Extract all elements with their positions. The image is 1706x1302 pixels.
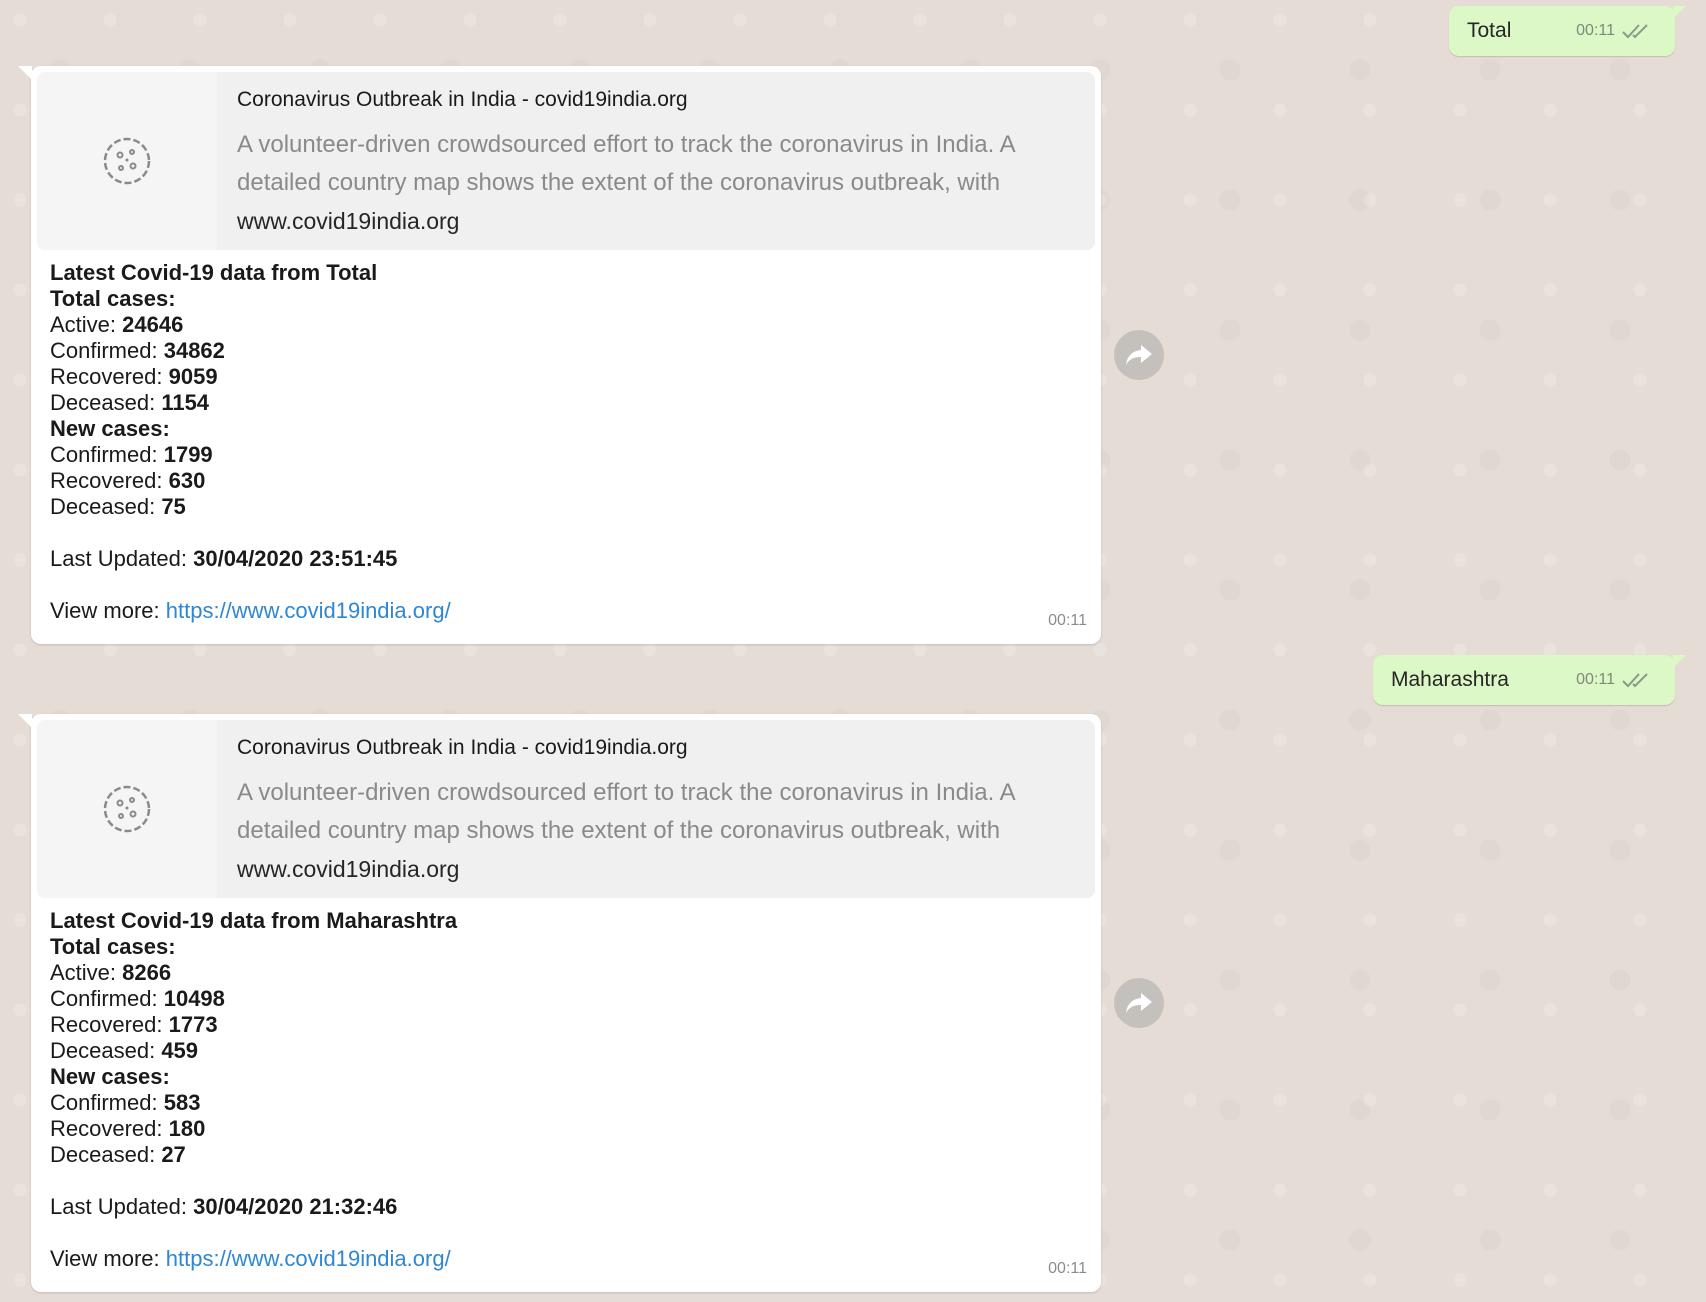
message-heading: Latest Covid-19 data from Maharashtra [50, 908, 458, 933]
new-cases-label: New cases: [50, 416, 170, 441]
preview-description: A volunteer-driven crowdsourced effort t… [237, 779, 1015, 844]
active-row: Active: 8266 [50, 960, 172, 985]
forward-arrow-icon [1126, 993, 1152, 1013]
preview-thumbnail [37, 720, 217, 898]
total-cases-label: Total cases: [50, 934, 176, 959]
message-body: Latest Covid-19 data from Total Total ca… [37, 250, 1095, 624]
double-check-icon [1622, 24, 1648, 39]
view-more-row: View more: https://www.covid19india.org/ [50, 1246, 451, 1271]
confirmed-row: Confirmed: 10498 [50, 986, 225, 1011]
view-more-row: View more: https://www.covid19india.org/ [50, 598, 451, 623]
confirmed-row: Confirmed: 34862 [50, 338, 225, 363]
recovered-row: Recovered: 9059 [50, 364, 218, 389]
last-updated-row: Last Updated: 30/04/2020 23:51:45 [50, 546, 398, 571]
new-deceased-row: Deceased: 27 [50, 1142, 186, 1167]
forward-button[interactable] [1114, 978, 1164, 1028]
deceased-row: Deceased: 1154 [50, 390, 210, 415]
outgoing-message[interactable]: Maharashtra 00:11 [1373, 655, 1686, 705]
recovered-row: Recovered: 1773 [50, 1012, 218, 1037]
new-recovered-row: Recovered: 180 [50, 1116, 206, 1141]
incoming-message[interactable]: Coronavirus Outbreak in India - covid19i… [18, 714, 1101, 1292]
incoming-message[interactable]: Coronavirus Outbreak in India - covid19i… [18, 66, 1101, 644]
message-time: 00:11 [1576, 671, 1615, 688]
view-more-link[interactable]: https://www.covid19india.org/ [166, 598, 451, 623]
new-deceased-row: Deceased: 75 [50, 494, 186, 519]
forward-arrow-icon [1126, 345, 1152, 365]
message-body: Latest Covid-19 data from Maharashtra To… [37, 898, 1095, 1272]
outgoing-message[interactable]: Total 00:11 [1449, 6, 1686, 56]
link-preview[interactable]: Coronavirus Outbreak in India - covid19i… [37, 720, 1095, 898]
new-confirmed-row: Confirmed: 1799 [50, 442, 213, 467]
link-preview[interactable]: Coronavirus Outbreak in India - covid19i… [37, 72, 1095, 250]
message-text: Total [1467, 19, 1512, 42]
total-cases-label: Total cases: [50, 286, 176, 311]
forward-button[interactable] [1114, 330, 1164, 380]
new-confirmed-row: Confirmed: 583 [50, 1090, 201, 1115]
new-cases-label: New cases: [50, 1064, 170, 1089]
message-time: 00:11 [1048, 612, 1087, 629]
message-time: 00:11 [1576, 22, 1615, 39]
preview-title: Coronavirus Outbreak in India - covid19i… [237, 736, 688, 759]
preview-body: Coronavirus Outbreak in India - covid19i… [217, 72, 1095, 250]
preview-domain: www.covid19india.org [237, 856, 460, 882]
virus-icon [103, 785, 151, 833]
preview-description: A volunteer-driven crowdsourced effort t… [237, 131, 1015, 196]
view-more-link[interactable]: https://www.covid19india.org/ [166, 1246, 451, 1271]
virus-icon [103, 137, 151, 185]
message-meta: 00:11 [1576, 21, 1653, 41]
active-row: Active: 24646 [50, 312, 184, 337]
last-updated-row: Last Updated: 30/04/2020 21:32:46 [50, 1194, 398, 1219]
message-time: 00:11 [1048, 1260, 1087, 1277]
preview-thumbnail [37, 72, 217, 250]
new-recovered-row: Recovered: 630 [50, 468, 206, 493]
message-heading: Latest Covid-19 data from Total [50, 260, 378, 285]
preview-body: Coronavirus Outbreak in India - covid19i… [217, 720, 1095, 898]
deceased-row: Deceased: 459 [50, 1038, 199, 1063]
preview-title: Coronavirus Outbreak in India - covid19i… [237, 88, 688, 111]
preview-domain: www.covid19india.org [237, 208, 460, 234]
message-meta: 00:11 [1576, 670, 1653, 690]
double-check-icon [1622, 673, 1648, 688]
message-text: Maharashtra [1391, 668, 1509, 691]
